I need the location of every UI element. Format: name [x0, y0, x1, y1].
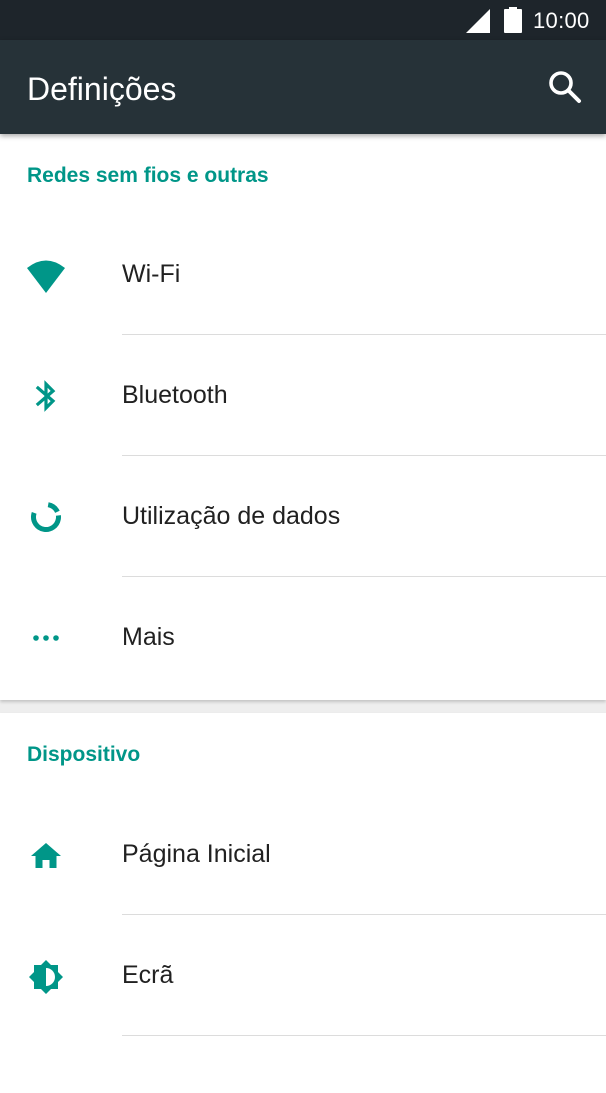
status-bar: 10:00: [0, 0, 606, 40]
settings-item-label: Página Inicial: [122, 840, 271, 868]
settings-item-label: Mais: [122, 623, 175, 651]
settings-item-label: Ecrã: [122, 961, 174, 989]
settings-item-more[interactable]: Mais: [0, 577, 606, 698]
settings-item-wifi[interactable]: Wi-Fi: [0, 214, 606, 335]
settings-item-label: Bluetooth: [122, 381, 228, 409]
divider: [122, 1035, 606, 1036]
home-icon: [31, 843, 61, 868]
page-title: Definições: [27, 71, 177, 107]
search-icon[interactable]: [546, 68, 584, 106]
more-icon: [33, 635, 59, 641]
display-icon: [29, 960, 63, 994]
section-title: Dispositivo: [27, 743, 141, 766]
data-usage-icon: [31, 502, 61, 532]
app-bar: Definições: [0, 40, 606, 134]
settings-item-data-usage[interactable]: Utilização de dados: [0, 456, 606, 577]
status-time: 10:00: [533, 8, 590, 33]
signal-icon: [466, 9, 490, 33]
settings-item-home[interactable]: Página Inicial: [0, 794, 606, 915]
section-title: Redes sem fios e outras: [27, 164, 269, 187]
settings-item-label: Utilização de dados: [122, 502, 341, 530]
wifi-icon: [27, 260, 65, 293]
battery-icon: [504, 7, 522, 33]
section-device: Dispositivo Página Inicial Ecrã: [0, 713, 606, 1093]
settings-item-display[interactable]: Ecrã: [0, 915, 606, 1036]
bluetooth-icon: [35, 380, 56, 412]
settings-item-bluetooth[interactable]: Bluetooth: [0, 335, 606, 456]
settings-item-label: Wi-Fi: [122, 260, 181, 288]
section-wireless-networks: Redes sem fios e outras Wi-Fi Bluetooth …: [0, 134, 606, 700]
